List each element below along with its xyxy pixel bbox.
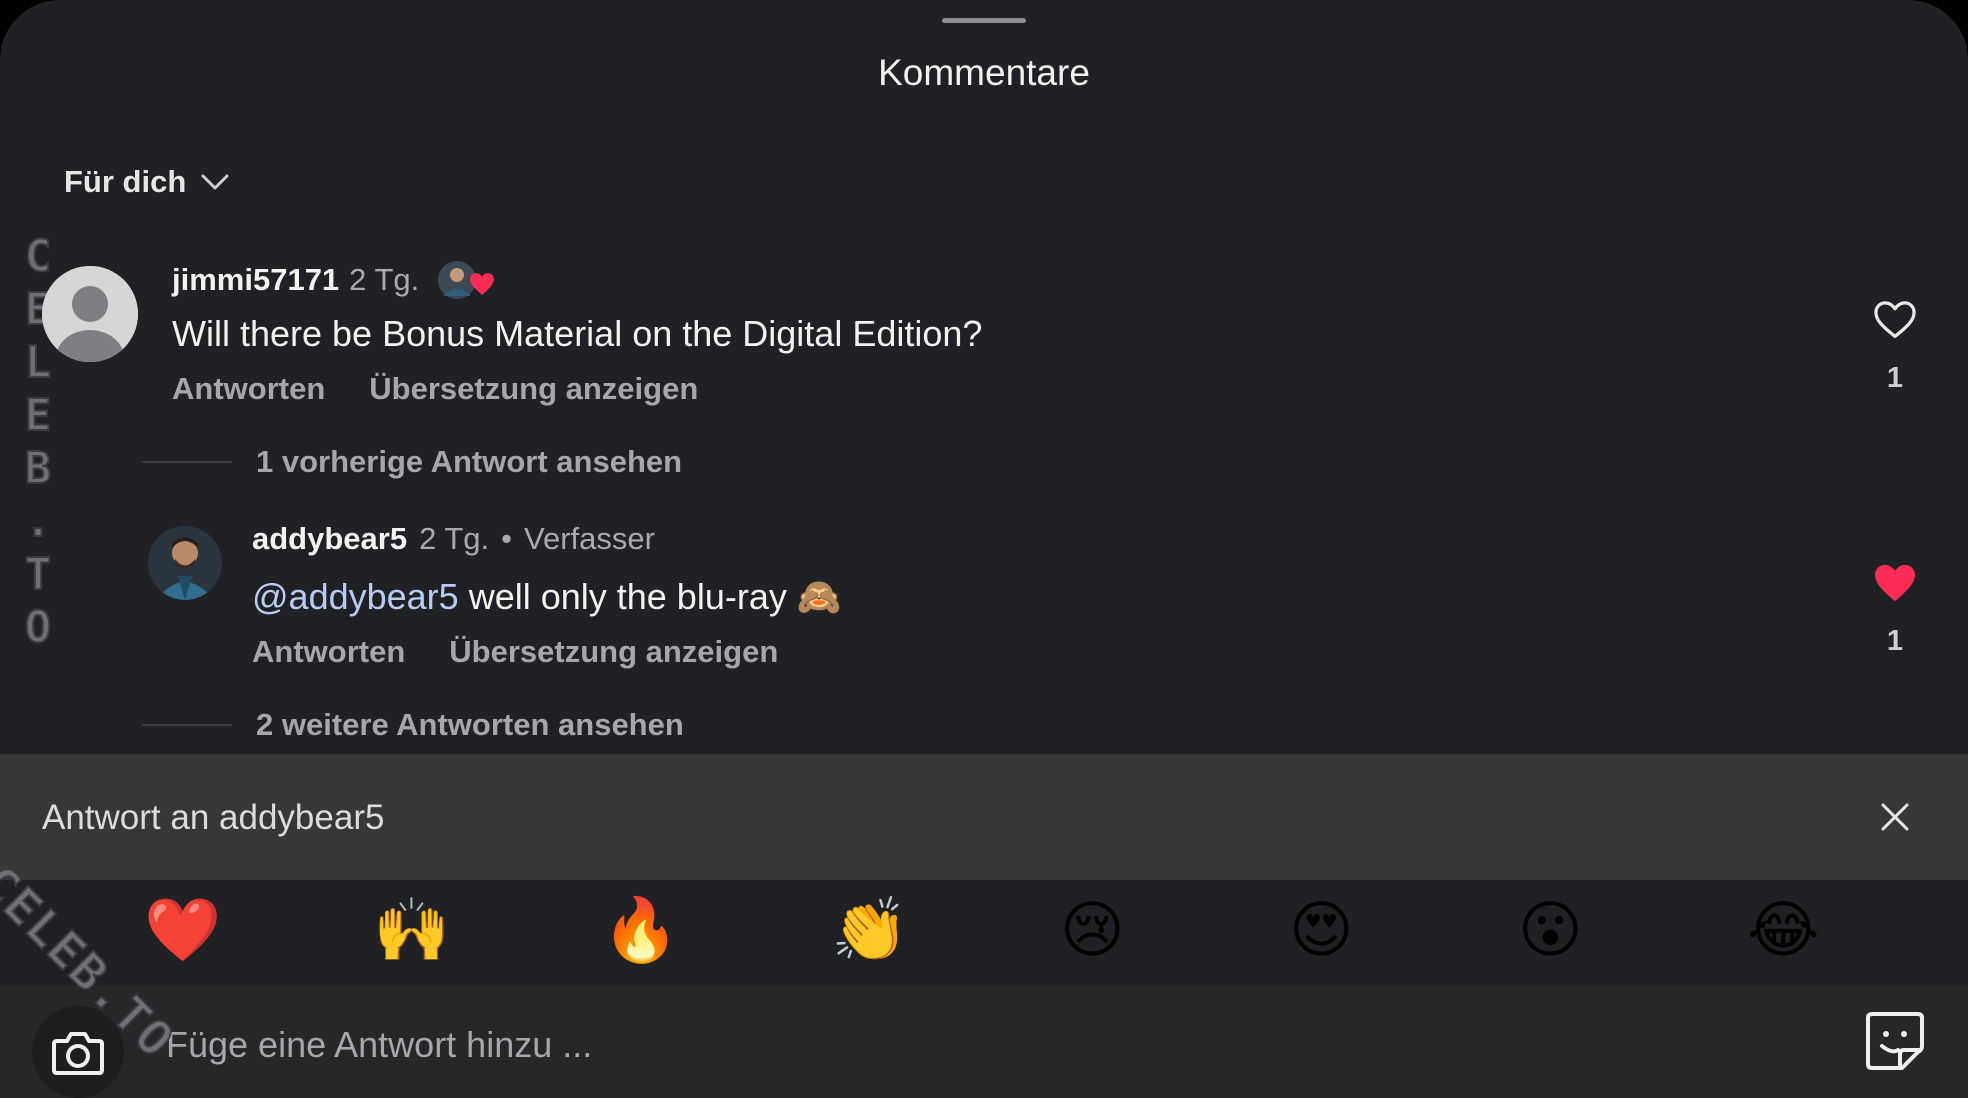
comment-text: Will there be Bonus Material on the Digi… [172,313,983,354]
meta-separator: • [501,521,513,556]
avatar[interactable] [148,526,222,600]
mention-link[interactable]: @addybear5 [252,576,459,617]
like-button[interactable]: 1 [1870,300,1920,395]
emoji-heart-eyes[interactable]: 😍 [1289,890,1354,972]
emoji-crying[interactable]: 😢 [1060,890,1125,972]
comment-time: 2 Tg. [349,262,420,297]
avatar[interactable] [42,266,138,362]
reply-button[interactable]: Antworten [252,634,405,670]
reply-input-bar [0,986,1968,1098]
emoji-heart[interactable]: ❤️ [144,890,221,972]
reply-input[interactable] [164,1016,1768,1074]
heart-icon [470,273,495,295]
emoji-laughing[interactable]: 😂 [1747,890,1819,972]
view-previous-replies-label: 1 vorherige Antwort ansehen [256,444,683,479]
emoji-surprised[interactable]: 😮 [1518,890,1583,972]
comment-actions: Antworten Übersetzung anzeigen [172,371,698,407]
creator-liked-badge [437,258,497,302]
reply-to-bar: Antwort an addybear5 [0,754,1968,880]
reply-divider [142,724,232,726]
camera-icon [52,1032,104,1075]
emoji-fire[interactable]: 🔥 [602,890,679,972]
like-button[interactable]: 1 [1870,563,1920,658]
translate-button[interactable]: Übersetzung anzeigen [369,371,698,407]
sheet-title: Kommentare [878,52,1090,93]
heart-filled-icon [1875,564,1915,602]
reply-body: well only the blu-ray 🙈 [458,576,842,617]
heart-outline-icon [1874,301,1916,338]
chevron-down-icon [201,174,229,190]
like-count: 1 [1886,625,1904,657]
emoji-clapping[interactable]: 👏 [831,890,908,972]
reply-header: addybear5 2 Tg. • Verfasser [252,521,655,557]
translate-button[interactable]: Übersetzung anzeigen [449,634,778,670]
view-previous-replies[interactable]: 1 vorherige Antwort ansehen [142,444,682,480]
sticker-icon[interactable] [1864,1010,1926,1072]
reply-username[interactable]: addybear5 [252,521,407,557]
view-more-replies-label: 2 weitere Antworten ansehen [256,707,684,742]
reply-actions: Antworten Übersetzung anzeigen [252,634,778,670]
reply-button[interactable]: Antworten [172,371,325,407]
sort-dropdown[interactable]: Für dich [64,164,230,200]
user-photo-icon [148,526,222,600]
author-badge: Verfasser [524,521,655,556]
reply-time: 2 Tg. [419,521,490,556]
view-more-replies[interactable]: 2 weitere Antworten ansehen [142,707,684,743]
emoji-quick-bar: ❤️ 🙌 🔥 👏 😢 😍 😮 😂 [0,880,1968,986]
close-icon[interactable] [1880,802,1910,832]
comment-username[interactable]: jimmi57171 [172,262,339,298]
reply-divider [142,461,232,463]
drag-handle[interactable] [942,18,1026,23]
reply-to-label: Antwort an addybear5 [42,798,385,837]
default-user-icon [42,266,138,362]
comments-sheet: Kommentare Für dich C E L E B . T O jimm… [0,0,1968,1098]
emoji-raising-hands[interactable]: 🙌 [373,890,450,972]
reply-text: @addybear5 well only the blu-ray 🙈 [252,576,842,618]
sort-label: Für dich [64,164,187,199]
like-count: 1 [1886,362,1904,394]
comment-header: jimmi57171 2 Tg. [172,258,497,302]
